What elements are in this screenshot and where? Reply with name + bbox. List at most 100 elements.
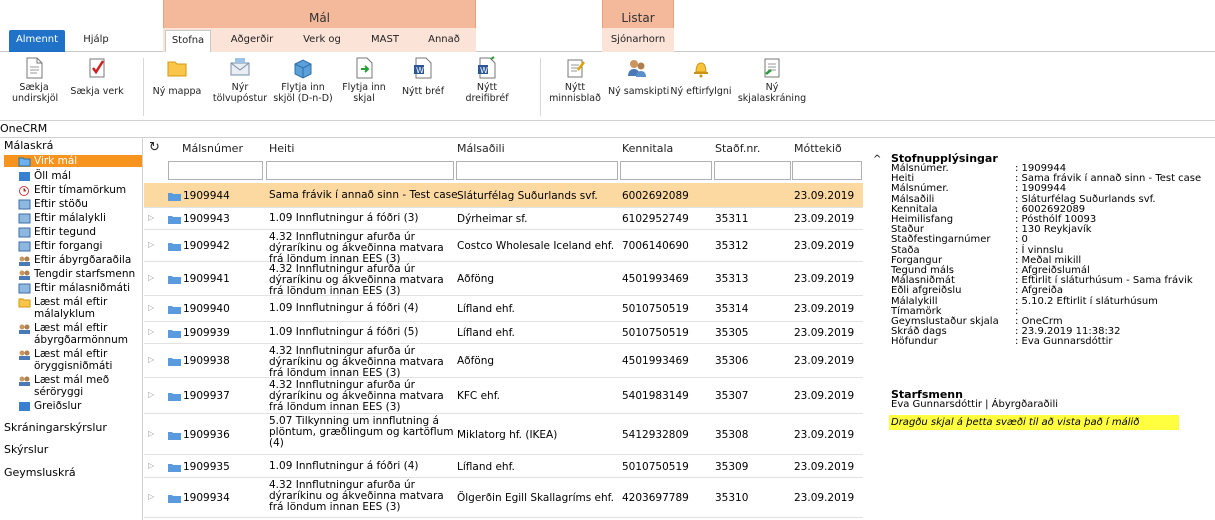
tab-almennt[interactable]: Almennt <box>9 30 65 52</box>
cell-text: 1909939 <box>183 327 230 339</box>
column-header-malsnumer[interactable]: Málsnúmer <box>182 142 243 155</box>
nyr-tolvupostur-button[interactable]: Nýr tölvupóstur <box>212 56 268 104</box>
table-row[interactable]: 1909944 Sama frávik í annað sinn - Test c… <box>144 183 863 208</box>
sidebar-head-malaskra[interactable]: Málaskrá <box>4 139 53 152</box>
cell-mottekid: 23.09.2019 <box>794 327 855 339</box>
button-label: Flytja inn <box>342 82 386 93</box>
cell-mottekid: 23.09.2019 <box>794 240 855 252</box>
sidebar-item-greidslur[interactable]: Greiðslur <box>18 400 142 412</box>
column-header-kennitala[interactable]: Kennitala <box>622 142 673 155</box>
sidebar-item-label: Eftir málalykli <box>34 212 106 224</box>
tab-mast[interactable]: MAST <box>367 30 403 52</box>
sidebar-item-eftir-abyrgdaradila[interactable]: Eftir ábyrgðaraðila <box>18 254 142 266</box>
button-label: dreifibréf <box>465 93 509 104</box>
cell-malsadili: Lífland ehf. <box>457 327 515 339</box>
table-row[interactable]: ▷ 1909940 1.09 Innflutningur á fóðri (4) Lí… <box>144 296 863 322</box>
cell-kennitala: 4501993469 <box>622 273 689 285</box>
sidebar-item-laest-mal-malalyklum[interactable]: Læst mál eftir málalyklum <box>18 296 142 320</box>
expand-row-icon[interactable]: ▷ <box>148 355 154 364</box>
sidebar-item-laest-mal-abyrgdarmonnum[interactable]: Læst mál eftir ábyrgðarmönnum <box>18 322 142 346</box>
nytt-bref-button[interactable]: W Nýtt bréf <box>396 56 450 97</box>
cell-heiti: 1.09 Innflutningur á fóðri (5) <box>269 326 419 338</box>
tab-annad[interactable]: Annað <box>424 30 464 52</box>
filter-heiti[interactable] <box>266 161 454 180</box>
ny-skjalaskraning-button[interactable]: Ný skjalaskráning <box>736 56 808 104</box>
sidebar-item-eftir-timamorkum[interactable]: Eftir tímamörkum <box>18 184 142 196</box>
expand-row-icon[interactable]: ▷ <box>148 461 154 470</box>
column-header-malsadili[interactable]: Málsaðili <box>457 142 505 155</box>
nytt-minnisblad-button[interactable]: Nýtt minnisblað <box>548 56 602 104</box>
tab-verk-og-fasar[interactable]: Verk og fasar <box>290 30 354 65</box>
sidebar-item-eftir-tegund[interactable]: Eftir tegund <box>18 226 142 238</box>
table-row[interactable]: ▷ 1909934 4.32 Innflutningur afurða úr dýr… <box>144 478 863 518</box>
table-row[interactable]: ▷ 1909938 4.32 Innflutningur afurða úr dýr… <box>144 344 863 379</box>
ny-eftirfylgni-button[interactable]: Ný eftirfylgni <box>670 56 732 97</box>
table-row[interactable]: ▷ 1909942 4.32 Innflutningur afurða úr dýr… <box>144 230 863 265</box>
expand-row-icon[interactable]: ▷ <box>148 429 154 438</box>
table-row[interactable]: ▷ 1909936 5.07 Tilkynning um innflutning á… <box>144 414 863 455</box>
filter-mottekid[interactable] <box>792 161 862 180</box>
cell-malsadili: Ölgerðin Egill Skallagríms ehf. <box>457 492 614 504</box>
drop-zone[interactable]: Dragðu skjal á þetta svæði til að vista … <box>889 415 1179 430</box>
sidebar-section-skyrslur[interactable]: Skýrslur <box>4 443 48 456</box>
sidebar-section-geymsluskra[interactable]: Geymsluskrá <box>4 466 76 479</box>
cell-text: 1909944 <box>183 190 230 202</box>
collapse-caret-icon[interactable]: ^ <box>873 154 881 165</box>
table-row[interactable]: ▷ 1909935 1.09 Innflutningur á fóðri (4) Lí… <box>144 455 863 478</box>
expand-row-icon[interactable]: ▷ <box>148 303 154 312</box>
sidebar-item-eftir-forgangi[interactable]: Eftir forgangi <box>18 240 142 252</box>
ribbon-tab-row: Almennt Hjálp Stofna Aðgerðir Verk og fa… <box>0 28 1215 65</box>
people-icon <box>19 376 30 386</box>
button-label: skjalaskráning <box>737 93 807 104</box>
detail-value: : Eva Gunnarsdóttir <box>1015 336 1113 348</box>
button-label: Nýtt <box>564 82 586 93</box>
filter-malsnumer[interactable] <box>168 161 263 180</box>
sidebar-item-oll-mal[interactable]: Öll mál <box>18 170 142 182</box>
ny-samskipti-button[interactable]: Ný samskipti <box>608 56 669 97</box>
grid-icon <box>18 227 31 238</box>
table-row[interactable]: ▷ 1909941 4.32 Innflutningur afurða úr dýr… <box>144 262 863 297</box>
expand-row-icon[interactable]: ▷ <box>148 327 154 336</box>
cell-stadfnr: 35306 <box>715 355 749 367</box>
expand-row-icon[interactable]: ▷ <box>148 213 154 222</box>
flytja-inn-skjal-button[interactable]: Flytja inn skjal <box>340 56 388 104</box>
flytja-inn-skjol-dnd-button[interactable]: Flytja inn skjöl (D-n-D) <box>272 56 334 104</box>
filter-kennitala[interactable] <box>620 161 712 180</box>
column-header-heiti[interactable]: Heiti <box>269 142 294 155</box>
table-row[interactable]: ▷ 1909943 1.09 Innflutningur á fóðri (3) Dý… <box>144 208 863 230</box>
table-row[interactable]: ▷ 1909939 1.09 Innflutningur á fóðri (5) Lí… <box>144 322 863 344</box>
tab-adgerdir[interactable]: Aðgerðir <box>228 30 276 52</box>
checklist-icon <box>89 58 105 78</box>
sidebar-item-label: Eftir forgangi <box>34 240 103 252</box>
sidebar-item-tengdir-starfsmenn[interactable]: Tengdir starfsmenn <box>18 268 142 280</box>
register-icon <box>764 58 780 78</box>
expand-row-icon[interactable]: ▷ <box>148 240 154 249</box>
expand-row-icon[interactable]: ▷ <box>148 390 154 399</box>
case-folder-icon <box>168 192 181 201</box>
table-row[interactable]: ▷ 1909937 4.32 Innflutningur afurða úr dýr… <box>144 378 863 414</box>
column-header-mottekid[interactable]: Móttekið <box>794 142 842 155</box>
cell-malsnumer: 1909935 <box>168 461 230 473</box>
tab-hjalp[interactable]: Hjálp <box>78 30 114 52</box>
tab-sjonarhorn[interactable]: Sjónarhorn <box>607 30 669 52</box>
filter-stadfnr[interactable] <box>714 161 791 180</box>
sidebar-section-skraningarskyrslur[interactable]: Skráningarskýrslur <box>4 421 107 434</box>
expand-row-icon[interactable]: ▷ <box>148 273 154 282</box>
cell-malsadili: Lífland ehf. <box>457 461 515 473</box>
saekja-verk-button[interactable]: Sækja verk <box>62 56 132 97</box>
sidebar-item-laest-mal-oryggisnidmati[interactable]: Læst mál eftir öryggisniðmáti <box>18 348 142 372</box>
column-header-stadfnr[interactable]: Staðf.nr. <box>715 142 760 155</box>
sidebar-item-laest-mal-seroryggi[interactable]: Læst mál með séröryggi <box>18 374 142 398</box>
ny-mappa-button[interactable]: Ný mappa <box>150 56 204 97</box>
expand-row-icon[interactable]: ▷ <box>148 492 154 501</box>
sidebar-item-virk-mal[interactable]: Virk mál <box>4 155 142 167</box>
filter-malsadili[interactable] <box>456 161 618 180</box>
sidebar-item-eftir-stodu[interactable]: Eftir stöðu <box>18 198 142 210</box>
refresh-icon[interactable]: ↻ <box>149 140 160 155</box>
button-label: Sækja verk <box>70 86 124 97</box>
nytt-dreifibref-button[interactable]: W Nýtt dreifibréf <box>460 56 514 104</box>
sidebar-item-eftir-malalykli[interactable]: Eftir málalykli <box>18 212 142 224</box>
sidebar-item-eftir-malasnidmati[interactable]: Eftir málasniðmáti <box>18 282 142 294</box>
saekja-undirskjol-button[interactable]: Sækja undirskjöl <box>12 56 58 104</box>
tab-stofna[interactable]: Stofna <box>165 30 211 53</box>
